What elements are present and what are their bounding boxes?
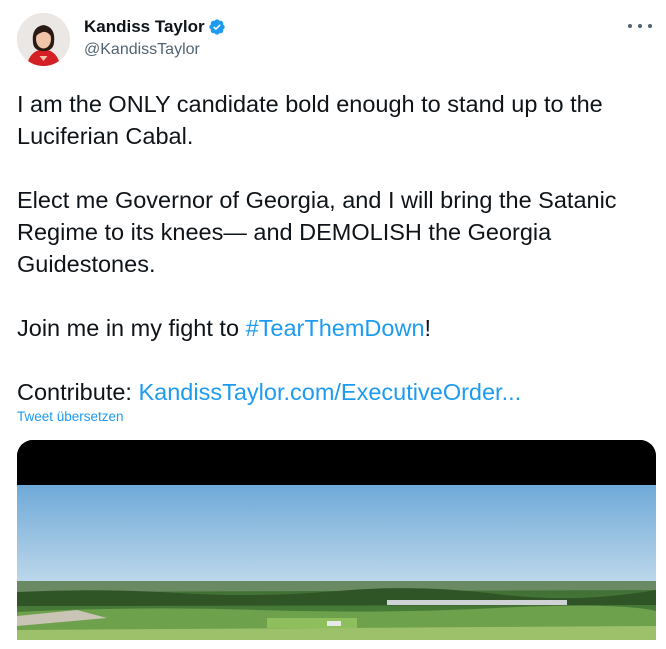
tweet-paragraph-3-suffix: !: [424, 315, 432, 341]
tweet-paragraph-2: Elect me Governor of Georgia, and I will…: [17, 187, 617, 277]
contribute-link[interactable]: KandissTaylor.com/ExecutiveOrder...: [138, 379, 521, 405]
tweet-paragraph-1: I am the ONLY candidate bold enough to s…: [17, 91, 603, 149]
display-name[interactable]: Kandiss Taylor: [84, 17, 205, 37]
verified-badge-icon: [208, 18, 226, 36]
media-video[interactable]: [17, 440, 656, 640]
tweet-card: Kandiss Taylor @KandissTaylor I am the O…: [0, 0, 666, 649]
tweet-paragraph-3: Join me in my fight to #TearThemDown!: [17, 312, 652, 344]
translate-tweet-link[interactable]: Tweet übersetzen: [17, 409, 124, 424]
aerial-landscape-image: [17, 440, 656, 640]
tweet-paragraph-4: Contribute: KandissTaylor.com/ExecutiveO…: [17, 376, 652, 408]
author-handle[interactable]: @KandissTaylor: [84, 41, 200, 59]
more-options-icon[interactable]: [628, 18, 652, 34]
hashtag-link[interactable]: #TearThemDown: [246, 315, 425, 341]
tweet-paragraph-3-prefix: Join me in my fight to: [17, 315, 246, 341]
avatar[interactable]: [17, 13, 70, 66]
contribute-prefix: Contribute:: [17, 379, 139, 405]
tweet-text: I am the ONLY candidate bold enough to s…: [17, 88, 652, 408]
author-name-row[interactable]: Kandiss Taylor: [84, 17, 226, 37]
avatar-photo: [17, 13, 70, 66]
